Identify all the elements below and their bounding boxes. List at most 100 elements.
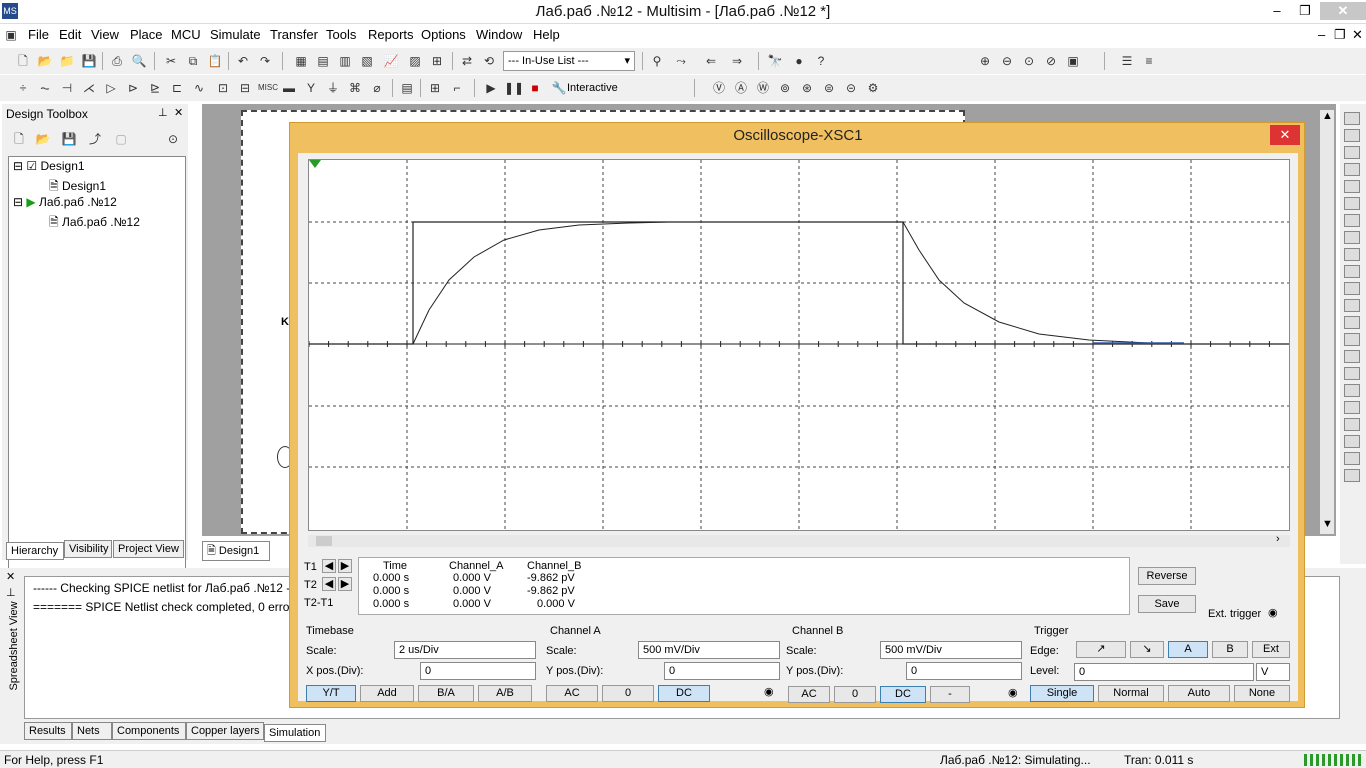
document-icon[interactable]: ▣ bbox=[2, 26, 20, 44]
t2-left-arrow-icon[interactable]: ◀ bbox=[322, 577, 336, 591]
menu-place[interactable]: Place bbox=[130, 27, 163, 42]
scroll-right-icon[interactable]: › bbox=[1276, 533, 1280, 545]
oscilloscope-screen[interactable] bbox=[308, 159, 1290, 531]
tab-visibility[interactable]: Visibility bbox=[64, 540, 112, 558]
horizontal-scrollbar[interactable]: › bbox=[308, 533, 1290, 547]
menu-help[interactable]: Help bbox=[533, 27, 560, 42]
instrument-icon[interactable] bbox=[1344, 248, 1360, 261]
open-folder-icon[interactable]: 📂 bbox=[36, 52, 54, 70]
zoom-area-icon[interactable]: ⊙ bbox=[1020, 52, 1038, 70]
panel-pin-icon[interactable]: ⊥ bbox=[158, 106, 168, 119]
undo-icon[interactable]: ↶ bbox=[234, 52, 252, 70]
menu-tools[interactable]: Tools bbox=[326, 27, 356, 42]
open-recent-icon[interactable]: 📁 bbox=[58, 52, 76, 70]
menu-reports[interactable]: Reports bbox=[368, 27, 414, 42]
ab-mode-button[interactable]: A/B bbox=[478, 685, 532, 702]
sheet-tab-design1[interactable]: 🗎 Design1 bbox=[202, 541, 270, 561]
hierarchical-block-icon[interactable]: ▤ bbox=[398, 79, 416, 97]
stop-simulation-icon[interactable]: ■ bbox=[526, 79, 544, 97]
yt-mode-button[interactable]: Y/T bbox=[306, 685, 356, 702]
channel-a-terminal-icon[interactable]: ◉ bbox=[764, 685, 774, 698]
tab-results[interactable]: Results bbox=[24, 722, 72, 740]
instrument-icon[interactable] bbox=[1344, 384, 1360, 397]
pause-simulation-icon[interactable]: ❚❚ bbox=[504, 79, 524, 97]
t2-right-arrow-icon[interactable]: ▶ bbox=[338, 577, 352, 591]
misc-digital-icon[interactable]: ⊏ bbox=[168, 79, 186, 97]
channel-b-ac-button[interactable]: AC bbox=[788, 686, 830, 703]
tab-components[interactable]: Components bbox=[112, 722, 186, 740]
toggle-design-toolbox-icon[interactable]: ▦ bbox=[292, 52, 310, 70]
copy-icon[interactable]: ⧉ bbox=[184, 52, 202, 70]
postprocessor-icon[interactable]: ▨ bbox=[406, 52, 424, 70]
mixed-icon[interactable]: ∿ bbox=[190, 79, 208, 97]
database-manager-icon[interactable]: ▥ bbox=[336, 52, 354, 70]
instrument-icon[interactable] bbox=[1344, 418, 1360, 431]
save-button[interactable]: Save bbox=[1138, 595, 1196, 613]
education-website-icon[interactable]: ● bbox=[790, 52, 808, 70]
menu-transfer[interactable]: Transfer bbox=[270, 27, 318, 42]
instrument-icon[interactable] bbox=[1344, 469, 1360, 482]
channel-b-scale-field[interactable]: 500 mV/Div bbox=[880, 641, 1022, 659]
instrument-icon[interactable] bbox=[1344, 282, 1360, 295]
in-use-list-dropdown[interactable]: --- In-Use List --- ▾ bbox=[503, 51, 635, 71]
trigger-source-a-button[interactable]: A bbox=[1168, 641, 1208, 658]
probe-dropdown-icon[interactable]: ⤳ bbox=[672, 52, 690, 70]
transistor-icon[interactable]: ⋌ bbox=[80, 79, 98, 97]
misc-icon[interactable]: MISC bbox=[258, 79, 278, 97]
indicator-icon[interactable]: ⊡ bbox=[214, 79, 232, 97]
source-icon[interactable]: ÷ bbox=[14, 79, 32, 97]
wire-icon[interactable]: ⌐ bbox=[448, 79, 466, 97]
instrument-icon[interactable] bbox=[1344, 299, 1360, 312]
save-design-icon[interactable]: 💾 bbox=[60, 130, 78, 148]
wattmeter-icon[interactable]: Ⓦ bbox=[754, 79, 772, 97]
help-icon[interactable]: ? bbox=[812, 52, 830, 70]
list-icon[interactable]: ≡ bbox=[1140, 52, 1158, 70]
channel-b-zero-button[interactable]: 0 bbox=[834, 686, 876, 703]
analog-icon[interactable]: ▷ bbox=[102, 79, 120, 97]
print-icon[interactable]: ⎙ bbox=[108, 52, 126, 70]
menu-mcu[interactable]: MCU bbox=[171, 27, 201, 42]
menu-window[interactable]: Window bbox=[476, 27, 522, 42]
t1-right-arrow-icon[interactable]: ▶ bbox=[338, 559, 352, 573]
menu-edit[interactable]: Edit bbox=[59, 27, 81, 42]
scroll-down-icon[interactable]: ▼ bbox=[1322, 518, 1333, 530]
rf-icon[interactable]: Y bbox=[302, 79, 320, 97]
bus-icon[interactable]: ⊞ bbox=[426, 79, 444, 97]
trigger-auto-button[interactable]: Auto bbox=[1168, 685, 1230, 702]
instrument-icon[interactable] bbox=[1344, 435, 1360, 448]
design-properties-icon[interactable]: ⊙ bbox=[164, 130, 182, 148]
trigger-single-button[interactable]: Single bbox=[1030, 685, 1094, 702]
align-icon[interactable]: ☰ bbox=[1118, 52, 1136, 70]
instrument-icon[interactable] bbox=[1344, 452, 1360, 465]
function-generator-icon[interactable]: ⊛ bbox=[798, 79, 816, 97]
mdi-restore-icon[interactable]: ❐ bbox=[1334, 27, 1346, 43]
instrument-icon[interactable] bbox=[1344, 214, 1360, 227]
cut-icon[interactable]: ✂ bbox=[162, 52, 180, 70]
scroll-thumb[interactable] bbox=[316, 536, 332, 546]
new-file-icon[interactable]: 🗋 bbox=[14, 52, 32, 70]
collapse-icon[interactable]: ⊟ bbox=[13, 195, 23, 209]
close-design-icon[interactable]: ⤴ bbox=[86, 130, 104, 148]
instrument-icon[interactable] bbox=[1344, 316, 1360, 329]
minimize-button[interactable]: – bbox=[1264, 2, 1290, 20]
grapher-icon[interactable]: 📈 bbox=[382, 52, 400, 70]
spreadsheet-view-icon[interactable]: ▤ bbox=[314, 52, 332, 70]
zoom-in-icon[interactable]: ⊕ bbox=[976, 52, 994, 70]
instrument-icon[interactable] bbox=[1344, 333, 1360, 346]
new-design-icon[interactable]: 🗋 bbox=[10, 130, 28, 148]
tree-item-design1[interactable]: ⊟ ☑ Design1 bbox=[13, 159, 85, 173]
tab-simulation[interactable]: Simulation bbox=[264, 724, 326, 742]
tree-item-lab12[interactable]: ⊟ ▶ Лаб.раб .№12 bbox=[13, 195, 117, 209]
collapse-icon[interactable]: ⊟ bbox=[13, 159, 23, 173]
power-component-icon[interactable]: ⊟ bbox=[236, 79, 254, 97]
instrument-icon[interactable] bbox=[1344, 129, 1360, 142]
bode-plotter-icon[interactable]: ⊝ bbox=[842, 79, 860, 97]
print-preview-icon[interactable]: 🔍 bbox=[130, 52, 148, 70]
oscilloscope-close-button[interactable]: ✕ bbox=[1270, 125, 1300, 145]
ext-trigger-terminal-icon[interactable]: ◉ bbox=[1268, 606, 1278, 619]
diode-icon[interactable]: ⊣ bbox=[58, 79, 76, 97]
interactive-mode-icon[interactable]: 🔧 bbox=[550, 79, 568, 97]
probe-icon[interactable]: ⚲ bbox=[648, 52, 666, 70]
tab-nets[interactable]: Nets bbox=[72, 722, 112, 740]
channel-a-dc-button[interactable]: DC bbox=[658, 685, 710, 702]
